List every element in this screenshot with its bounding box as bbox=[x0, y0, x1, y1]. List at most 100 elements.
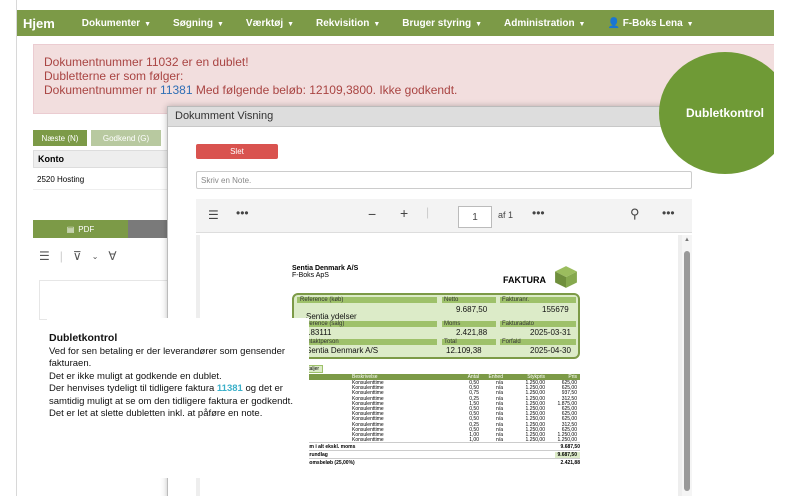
zoom-out-icon[interactable]: − bbox=[368, 206, 376, 222]
highlight-icon[interactable]: ⊽ bbox=[73, 249, 82, 263]
caret-down-icon: ▼ bbox=[215, 20, 224, 28]
nav-bruger-styring[interactable]: Bruger styring ▼ bbox=[391, 18, 493, 29]
invoice-summary-box: Reference (køb) Netto Fakturanr. 9.687,5… bbox=[292, 293, 580, 359]
invoice-doc-type: FAKTURA bbox=[503, 275, 546, 285]
table-row[interactable]: 2520 Hosting bbox=[33, 168, 183, 190]
cube-logo-icon bbox=[555, 266, 577, 288]
nav-label: Værktøj bbox=[245, 17, 284, 29]
date-value: 2025-03-31 bbox=[530, 328, 571, 337]
invoice: Sentia Denmark A/S F-Boks ApS FAKTURA Re… bbox=[292, 265, 580, 466]
delete-button[interactable]: Slet bbox=[196, 144, 278, 159]
approve-button[interactable]: Godkend (G) bbox=[91, 130, 161, 146]
caption-p3: Der henvises tydeligt til tidligere fakt… bbox=[49, 383, 307, 408]
note-input[interactable]: Skriv en Note. bbox=[196, 171, 692, 189]
pdf-icon: ▤ bbox=[66, 224, 75, 234]
ref-label: Reference (køb) bbox=[300, 297, 344, 303]
more-options-icon[interactable]: ••• bbox=[662, 206, 675, 220]
more-options-icon[interactable]: ••• bbox=[236, 206, 249, 220]
total-label: Total bbox=[444, 339, 457, 345]
nav-label: Bruger styring bbox=[402, 17, 472, 29]
alert-line-1: Dokumentnummer 11032 er en dublet! bbox=[44, 55, 249, 69]
nav-label: Søgning bbox=[173, 17, 214, 29]
invoice-lines: VarenrBeskrivelseAntalEnhedStykprisPris … bbox=[292, 374, 580, 466]
page-number-input[interactable]: 1 bbox=[458, 206, 492, 228]
duplicate-doc-link[interactable]: 11381 bbox=[160, 83, 192, 97]
invoice-line-cell: 1,00 bbox=[469, 437, 479, 444]
caret-down-icon: ▼ bbox=[371, 20, 381, 28]
left-document-area bbox=[39, 280, 183, 320]
caret-down-icon: ▼ bbox=[576, 20, 586, 28]
nav-home[interactable]: Hjem bbox=[17, 16, 71, 31]
nav-label: Dokumenter bbox=[81, 17, 141, 29]
faktura-value: 155679 bbox=[542, 305, 569, 314]
pdf-toolbar: ☰ ••• − + | 1 af 1 ••• ⚲ ••• bbox=[196, 199, 692, 233]
total-moms-row: Total momsbeløb (25,00%) 2.421,88 bbox=[292, 458, 580, 466]
caption-p3-pre: Der henvises tydeligt til tidligere fakt… bbox=[49, 383, 217, 394]
next-button[interactable]: Næste (N) bbox=[33, 130, 87, 146]
app-window: Hjem Dokumenter ▼ Søgning ▼ Værktøj ▼ Re… bbox=[16, 0, 774, 496]
due-value: 2025-04-30 bbox=[530, 346, 571, 355]
netto-label: Netto bbox=[444, 297, 459, 303]
annotation-caption: Dubletkontrol Ved for sen betaling er de… bbox=[47, 318, 309, 478]
caption-p1: Ved for sen betaling er der leverandører… bbox=[49, 345, 286, 370]
faktura-label: Fakturanr. bbox=[502, 297, 530, 303]
due-label: Forfald bbox=[502, 339, 521, 345]
scroll-thumb[interactable] bbox=[684, 251, 690, 491]
sum-row: Linjesum i alt ekskl. moms 9.687,50 bbox=[292, 442, 580, 450]
scroll-up-icon[interactable]: ▲ bbox=[684, 237, 690, 243]
date-label: Fakturadato bbox=[502, 321, 535, 327]
draw-icon[interactable]: ∀ bbox=[108, 249, 116, 263]
nav-administration[interactable]: Administration ▼ bbox=[493, 18, 596, 29]
alert-line-3: Dokumentnummer nr 11381 Med følgende bel… bbox=[44, 83, 764, 97]
basis-value: 9.687,50 bbox=[554, 452, 580, 459]
total-moms-value: 2.421,88 bbox=[560, 460, 580, 467]
tab-pdf[interactable]: ▤ PDF bbox=[33, 220, 128, 238]
user-name: F-Boks Lena bbox=[622, 17, 683, 29]
konto-column-header: Konto bbox=[33, 150, 183, 168]
outline-icon[interactable]: ☰ bbox=[208, 208, 219, 222]
toolbar-divider: | bbox=[426, 205, 430, 219]
user-icon: 👤 bbox=[607, 17, 623, 29]
contact-value: Sentia Denmark A/S bbox=[306, 346, 379, 355]
page-count: af 1 bbox=[498, 210, 514, 220]
nav-dokumenter[interactable]: Dokumenter ▼ bbox=[71, 18, 162, 29]
nav-rekvisition[interactable]: Rekvisition ▼ bbox=[305, 18, 391, 29]
invoice-line-cell: n/a bbox=[496, 437, 503, 444]
pdf-scrollbar[interactable]: ▲ bbox=[682, 235, 692, 496]
invoice-line-row: 8010Konsulenttime1,00n/a1.250,001.250,00 bbox=[292, 437, 580, 444]
caption-p2: Det er ikke muligt at godkende en dublet… bbox=[49, 370, 222, 382]
invoice-company: Sentia Denmark A/S bbox=[292, 265, 359, 272]
left-pdf-tools: ☰ | ⊽ ⌄ ∀ bbox=[39, 246, 183, 266]
nav-sogning[interactable]: Søgning ▼ bbox=[162, 18, 235, 29]
nav-vaerktoj[interactable]: Værktøj ▼ bbox=[235, 18, 305, 29]
outline-icon[interactable]: ☰ bbox=[39, 249, 50, 263]
caret-down-icon: ▼ bbox=[285, 20, 295, 28]
alert-line-3-pre: Dokumentnummer nr bbox=[44, 83, 161, 97]
invoice-line-cell: 1.250,00 bbox=[557, 437, 577, 444]
caption-p4: Det er let at slette dubletten inkl. at … bbox=[49, 408, 263, 419]
alert-line-3-post: Med følgende beløb: 12109,3800. Ikke god… bbox=[192, 83, 458, 97]
caret-down-icon: ▼ bbox=[142, 20, 152, 28]
moms-label: Moms bbox=[444, 321, 461, 327]
ref-value: Sentia ydelser bbox=[306, 312, 357, 321]
invoice-line-cell: 1.250,00 bbox=[525, 437, 545, 444]
caret-down-icon: ▼ bbox=[473, 20, 483, 28]
ref-sale-value: 183111 bbox=[306, 328, 332, 337]
invoice-line-rows: 8010Konsulenttime0,50n/a1.250,00625,0080… bbox=[292, 380, 580, 444]
chevron-down-icon[interactable]: ⌄ bbox=[92, 252, 99, 261]
netto-value: 9.687,50 bbox=[456, 305, 488, 314]
viewer-tabs: ▤ PDF bbox=[33, 220, 183, 238]
search-icon[interactable]: ⚲ bbox=[630, 206, 640, 222]
sum-value: 9.687,50 bbox=[560, 444, 580, 451]
more-options-icon[interactable]: ••• bbox=[532, 206, 545, 220]
nav-label: Rekvisition bbox=[316, 17, 370, 29]
zoom-in-icon[interactable]: + bbox=[400, 205, 408, 221]
toolbar-divider: | bbox=[59, 249, 63, 263]
caret-down-icon: ▼ bbox=[684, 20, 694, 28]
alert-line-2: Dubletterne er som følger: bbox=[44, 69, 184, 83]
caption-doc-link: 11381 bbox=[216, 383, 243, 394]
nav-user-menu[interactable]: 👤 F-Boks Lena ▼ bbox=[596, 18, 704, 29]
top-navbar: Hjem Dokumenter ▼ Søgning ▼ Værktøj ▼ Re… bbox=[17, 10, 774, 36]
caption-heading: Dubletkontrol bbox=[49, 332, 118, 344]
invoice-line-cell: Konsulenttime bbox=[352, 437, 384, 444]
